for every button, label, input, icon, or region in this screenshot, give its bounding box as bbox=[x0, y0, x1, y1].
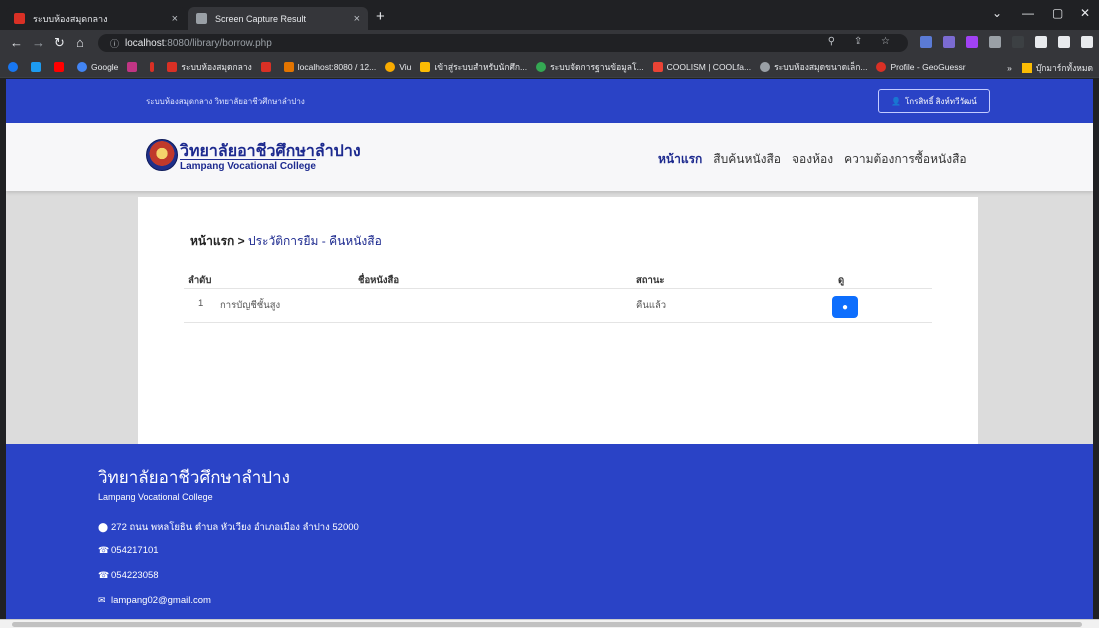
site-info-icon[interactable]: ⓘ bbox=[110, 37, 119, 50]
user-name: โกรสิทธิ์ สิงห์ทวีวัฒน์ bbox=[904, 96, 977, 106]
close-tab-icon[interactable]: × bbox=[354, 13, 360, 25]
back-icon[interactable]: ← bbox=[10, 35, 23, 50]
close-tab-icon[interactable]: × bbox=[172, 13, 178, 25]
site-top-bar: ระบบห้องสมุดกลาง วิทยาลัยอาชีวศึกษาลำปาง… bbox=[6, 79, 1093, 123]
col-view: ดู bbox=[838, 275, 845, 286]
folder-icon bbox=[1021, 63, 1032, 73]
download-icon[interactable] bbox=[1058, 36, 1070, 48]
extension-icon[interactable] bbox=[989, 36, 1001, 48]
nav-search-books[interactable]: สืบค้นหนังสือ bbox=[713, 150, 781, 169]
footer-name-thai: วิทยาลัยอาชีวศึกษาลำปาง bbox=[98, 468, 290, 487]
bookmark-localhost[interactable]: localhost:8080 / 12... bbox=[283, 61, 376, 72]
extensions-area bbox=[920, 36, 1099, 48]
page-viewport: ระบบห้องสมุดกลาง วิทยาลัยอาชีวศึกษาลำปาง… bbox=[6, 79, 1093, 628]
bookmark-instagram-icon[interactable] bbox=[127, 61, 141, 72]
extension-icon[interactable] bbox=[1012, 36, 1024, 48]
new-tab-button[interactable]: + bbox=[376, 8, 385, 25]
footer-phone-1: ☎ 054217101 bbox=[98, 545, 159, 556]
extensions-puzzle-icon[interactable] bbox=[1035, 36, 1047, 48]
bookmark-student-login[interactable]: เข้าสู่ระบบสำหรับนักศึก... bbox=[420, 60, 527, 74]
all-bookmarks-button[interactable]: บุ๊กมาร์กทั้งหมด bbox=[1036, 61, 1093, 75]
bookmark-youtube-icon[interactable] bbox=[54, 61, 68, 72]
main-nav: หน้าแรก สืบค้นหนังสือ จองห้อง ความต้องกา… bbox=[658, 150, 967, 169]
user-account-button[interactable]: 👤 โกรสิทธิ์ สิงห์ทวีวัฒน์ bbox=[878, 89, 990, 113]
url-path: :8080/library/borrow.php bbox=[164, 37, 272, 49]
nav-home[interactable]: หน้าแรก bbox=[658, 150, 702, 169]
side-panel-icon[interactable] bbox=[1081, 36, 1093, 48]
breadcrumb-home[interactable]: หน้าแรก bbox=[190, 234, 234, 248]
scrollbar-thumb[interactable] bbox=[12, 622, 1082, 627]
tab-library[interactable]: ระบบห้องสมุดกลาง × bbox=[6, 7, 186, 30]
content-card: หน้าแรก > ประวัติการยืม - คืนหนังสือ ลำด… bbox=[138, 197, 978, 447]
bookmark-small-library[interactable]: ระบบห้องสมุดขนาดเล็ก... bbox=[760, 60, 867, 74]
col-book-title: ชื่อหนังสือ bbox=[358, 275, 400, 286]
footer-address: ⬤ 272 ถนน พหลโยธิน ตำบล หัวเวียง อำเภอเม… bbox=[98, 522, 359, 533]
reload-icon[interactable]: ↻ bbox=[54, 35, 65, 51]
nav-book-room[interactable]: จองห้อง bbox=[792, 150, 833, 169]
bookmark-facebook-icon[interactable] bbox=[8, 61, 22, 72]
row-book-title: การบัญชีชั้นสูง bbox=[220, 300, 281, 311]
bookmark-database[interactable]: ระบบจัดการฐานข้อมูลโ... bbox=[536, 60, 644, 74]
bookmark-library[interactable]: ระบบห้องสมุดกลาง bbox=[167, 60, 252, 74]
extension-icon[interactable] bbox=[920, 36, 932, 48]
tab-title: ระบบห้องสมุดกลาง bbox=[33, 13, 108, 24]
minimize-button[interactable]: — bbox=[1022, 6, 1034, 20]
home-icon[interactable]: ⌂ bbox=[76, 35, 84, 50]
tab-title: Screen Capture Result bbox=[215, 13, 307, 24]
extension-icon[interactable] bbox=[966, 36, 978, 48]
address-bar[interactable]: ⓘ localhost :8080/library/borrow.php ⚲ ⇪… bbox=[98, 34, 908, 52]
footer-phone-2: ☎ 054223058 bbox=[98, 570, 159, 581]
horizontal-scrollbar[interactable] bbox=[0, 619, 1099, 628]
col-status: สถานะ bbox=[636, 275, 665, 286]
eye-icon: ● bbox=[841, 301, 849, 313]
browser-window: ระบบห้องสมุดกลาง × Screen Capture Result… bbox=[0, 0, 1099, 628]
omnibox-actions-icon[interactable]: ⚲ ⇪ ☆ bbox=[828, 36, 898, 47]
bookmarks-bar: Google ระบบห้องสมุดกลาง localhost:8080 /… bbox=[0, 56, 1099, 78]
table-row: 1 การบัญชีชั้นสูง คืนแล้ว ● bbox=[184, 289, 932, 323]
college-emblem-icon[interactable] bbox=[146, 139, 178, 171]
bookmark-twitter-icon[interactable] bbox=[31, 61, 45, 72]
bookmark-google[interactable]: Google bbox=[77, 61, 118, 72]
nav-book-requests[interactable]: ความต้องการซื้อหนังสือ bbox=[844, 150, 967, 169]
breadcrumb-current: ประวัติการยืม - คืนหนังสือ bbox=[247, 234, 382, 248]
bookmark-coolism[interactable]: COOLISM | COOLfa... bbox=[652, 61, 751, 72]
user-icon: 👤 bbox=[891, 96, 901, 106]
tab-strip: ระบบห้องสมุดกลาง × Screen Capture Result… bbox=[0, 0, 1099, 30]
col-number: ลำดับ bbox=[188, 275, 212, 286]
bookmark-red-icon[interactable] bbox=[260, 61, 275, 72]
bookmark-geoguessr[interactable]: Profile - GeoGuessr bbox=[876, 61, 966, 72]
logo-name-english[interactable]: Lampang Vocational College bbox=[180, 159, 316, 172]
row-number: 1 bbox=[198, 298, 204, 309]
url-host: localhost bbox=[125, 37, 165, 49]
table-header: ลำดับ ชื่อหนังสือ สถานะ ดู bbox=[184, 267, 932, 289]
bookmark-viu[interactable]: Viu bbox=[385, 61, 411, 72]
view-button[interactable]: ● bbox=[832, 296, 858, 318]
envelope-icon: ✉ bbox=[98, 595, 106, 605]
footer-name-english: Lampang Vocational College bbox=[98, 492, 213, 502]
row-status: คืนแล้ว bbox=[636, 300, 667, 311]
favicon-icon bbox=[196, 13, 207, 24]
forward-icon[interactable]: → bbox=[32, 35, 45, 50]
tab-search-icon[interactable]: ⌄ bbox=[992, 6, 1002, 20]
borrow-history-table: ลำดับ ชื่อหนังสือ สถานะ ดู 1 การบัญชีชั้… bbox=[184, 267, 932, 323]
site-header: วิทยาลัยอาชีวศึกษาลำปาง Lampang Vocation… bbox=[6, 123, 1093, 191]
site-footer: วิทยาลัยอาชีวศึกษาลำปาง Lampang Vocation… bbox=[6, 444, 1093, 628]
bookmarks-more-button[interactable]: » bbox=[1007, 63, 1012, 73]
bookmark-flag-icon[interactable] bbox=[150, 61, 158, 72]
tab-screen-capture[interactable]: Screen Capture Result × bbox=[188, 7, 368, 30]
system-title: ระบบห้องสมุดกลาง วิทยาลัยอาชีวศึกษาลำปาง bbox=[146, 97, 305, 106]
favicon-icon bbox=[14, 13, 25, 24]
map-pin-icon: ⬤ bbox=[98, 522, 109, 532]
phone-icon: ☎ bbox=[98, 545, 110, 555]
breadcrumb: หน้าแรก > ประวัติการยืม - คืนหนังสือ bbox=[190, 232, 382, 251]
breadcrumb-separator: > bbox=[234, 234, 248, 248]
extension-icon[interactable] bbox=[943, 36, 955, 48]
footer-email: ✉ lampang02@gmail.com bbox=[98, 595, 211, 606]
phone-icon: ☎ bbox=[98, 570, 110, 580]
bookmarks-overflow: » บุ๊กมาร์กทั้งหมด bbox=[1007, 61, 1093, 75]
close-window-button[interactable]: ✕ bbox=[1080, 6, 1090, 20]
maximize-button[interactable]: ▢ bbox=[1052, 6, 1063, 20]
